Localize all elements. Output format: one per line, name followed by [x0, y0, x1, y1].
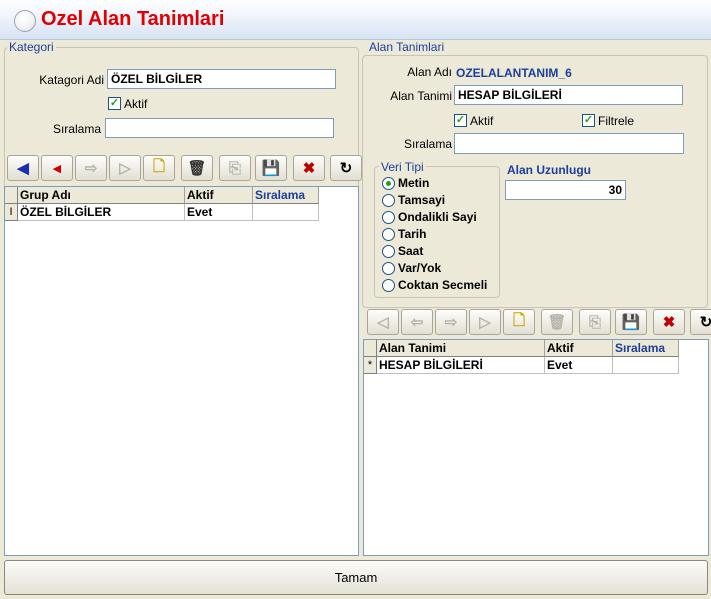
- kategori-col-siralama[interactable]: Sıralama: [253, 187, 319, 204]
- alan-aktif-label: Aktif: [470, 114, 494, 128]
- prev-icon: ⇦: [410, 314, 424, 331]
- prev-icon: ◂: [53, 160, 61, 177]
- veri-tipi-radio-5[interactable]: [382, 262, 395, 275]
- alan-tanimi-label: Alan Tanimi: [390, 89, 452, 103]
- alan-tanimi-field[interactable]: HESAP BİLGİLERİ: [454, 85, 683, 105]
- veri-tipi-legend: Veri Tipi: [379, 160, 426, 174]
- alan-col-siralama[interactable]: Sıralama: [613, 340, 679, 357]
- kategori-cell-aktif[interactable]: Evet: [185, 204, 253, 221]
- alan-toolbar-button-0[interactable]: ◁: [367, 309, 399, 335]
- alan-aktif-checkbox[interactable]: ✓: [454, 114, 467, 127]
- save-icon: 💾: [621, 314, 641, 331]
- new-icon: 🗋: [152, 157, 166, 175]
- first-icon: ◀: [17, 160, 29, 177]
- veri-tipi-option-label[interactable]: Coktan Secmeli: [398, 278, 487, 292]
- veri-tipi-option-label[interactable]: Tarih: [398, 227, 426, 241]
- cancel-icon: ✖: [662, 314, 676, 331]
- kategori-toolbar-button-9[interactable]: ↻: [330, 155, 362, 181]
- alan-adi-value: OZELALANTANIM_6: [456, 66, 572, 80]
- refresh-icon: ↻: [339, 160, 353, 177]
- veri-tipi-radio-3[interactable]: [382, 228, 395, 241]
- veri-tipi-radio-6[interactable]: [382, 279, 395, 292]
- kategori-grid: [4, 186, 359, 556]
- alan-uzunlugu-field[interactable]: 30: [505, 180, 626, 200]
- window-icon: [14, 10, 36, 32]
- window-title: Ozel Alan Tanimlari: [41, 8, 225, 30]
- kategori-toolbar-button-0[interactable]: ◀: [7, 155, 39, 181]
- kategori-siralama-field[interactable]: [105, 118, 334, 138]
- veri-tipi-option-label[interactable]: Saat: [398, 244, 423, 258]
- kategori-aktif-label: Aktif: [124, 97, 148, 111]
- alan-grid-corner: [364, 340, 377, 357]
- kategori-siralama-label: Sıralama: [52, 122, 101, 136]
- kategori-col-aktif[interactable]: Aktif: [185, 187, 253, 204]
- save-icon: 💾: [261, 160, 281, 177]
- kategori-toolbar-button-7[interactable]: 💾: [255, 155, 287, 181]
- last-icon: ▷: [479, 314, 491, 331]
- delete-icon: 🗑: [187, 160, 207, 177]
- kategori-toolbar-button-1[interactable]: ◂: [41, 155, 73, 181]
- tamam-button[interactable]: Tamam: [4, 560, 708, 595]
- kategori-col-grup-adi[interactable]: Grup Adı: [18, 187, 185, 204]
- kategori-toolbar-button-8[interactable]: ✖: [293, 155, 325, 181]
- veri-tipi-option-label[interactable]: Metin: [398, 176, 429, 190]
- alan-adi-label: Alan Adı: [407, 65, 452, 79]
- copy-icon: ⎘: [228, 159, 241, 177]
- copy-icon: ⎘: [588, 313, 601, 331]
- alan-uzunlugu-label: Alan Uzunlugu: [507, 163, 591, 177]
- delete-icon: 🗑: [547, 314, 567, 331]
- alan-toolbar-button-1[interactable]: ⇦: [401, 309, 433, 335]
- kategori-adi-label: Katagori Adi: [39, 73, 104, 87]
- kategori-legend: Kategori: [7, 40, 56, 54]
- veri-tipi-radio-4[interactable]: [382, 245, 395, 258]
- alan-legend: Alan Tanimlari: [367, 40, 447, 54]
- veri-tipi-radio-2[interactable]: [382, 211, 395, 224]
- veri-tipi-option-label[interactable]: Ondalikli Sayi: [398, 210, 477, 224]
- alan-filtrele-label: Filtrele: [598, 114, 635, 128]
- alan-toolbar-button-3[interactable]: ▷: [469, 309, 501, 335]
- alan-toolbar-button-6[interactable]: ⎘: [579, 309, 611, 335]
- alan-toolbar-button-4[interactable]: 🗋: [503, 309, 535, 335]
- alan-toolbar-button-9[interactable]: ↻: [690, 309, 711, 335]
- alan-cell-siralama[interactable]: [613, 357, 679, 374]
- last-icon: ▷: [119, 160, 131, 177]
- alan-cell-alan-tanimi[interactable]: HESAP BİLGİLERİ: [377, 357, 545, 374]
- kategori-adi-field[interactable]: ÖZEL BİLGİLER: [107, 69, 336, 89]
- alan-row-marker[interactable]: *: [364, 357, 377, 374]
- veri-tipi-radio-1[interactable]: [382, 194, 395, 207]
- alan-cell-aktif[interactable]: Evet: [545, 357, 613, 374]
- kategori-row-marker[interactable]: I: [5, 204, 18, 221]
- kategori-toolbar-button-2[interactable]: ⇨: [75, 155, 107, 181]
- kategori-toolbar-button-4[interactable]: 🗋: [143, 155, 175, 181]
- kategori-toolbar-button-3[interactable]: ▷: [109, 155, 141, 181]
- alan-col-aktif[interactable]: Aktif: [545, 340, 613, 357]
- alan-siralama-label: Sıralama: [403, 137, 452, 151]
- veri-tipi-radio-0[interactable]: [382, 177, 395, 190]
- new-icon: 🗋: [512, 311, 526, 329]
- alan-toolbar-button-5[interactable]: 🗑: [541, 309, 573, 335]
- next-icon: ⇨: [84, 160, 98, 177]
- alan-toolbar-button-8[interactable]: ✖: [653, 309, 685, 335]
- kategori-cell-siralama[interactable]: [253, 204, 319, 221]
- kategori-toolbar-button-6[interactable]: ⎘: [219, 155, 251, 181]
- first-icon: ◁: [377, 314, 389, 331]
- next-icon: ⇨: [444, 314, 458, 331]
- kategori-aktif-checkbox[interactable]: ✓: [108, 97, 121, 110]
- cancel-icon: ✖: [302, 160, 316, 177]
- alan-col-alan-tanimi[interactable]: Alan Tanimi: [377, 340, 545, 357]
- alan-siralama-field[interactable]: [454, 133, 684, 154]
- veri-tipi-option-label[interactable]: Var/Yok: [398, 261, 441, 275]
- kategori-grid-corner: [5, 187, 18, 204]
- kategori-cell-grup-adi[interactable]: ÖZEL BİLGİLER: [18, 204, 185, 221]
- veri-tipi-option-label[interactable]: Tamsayi: [398, 193, 445, 207]
- alan-toolbar-button-7[interactable]: 💾: [615, 309, 647, 335]
- alan-toolbar-button-2[interactable]: ⇨: [435, 309, 467, 335]
- kategori-toolbar-button-5[interactable]: 🗑: [181, 155, 213, 181]
- alan-filtrele-checkbox[interactable]: ✓: [582, 114, 595, 127]
- refresh-icon: ↻: [699, 314, 711, 331]
